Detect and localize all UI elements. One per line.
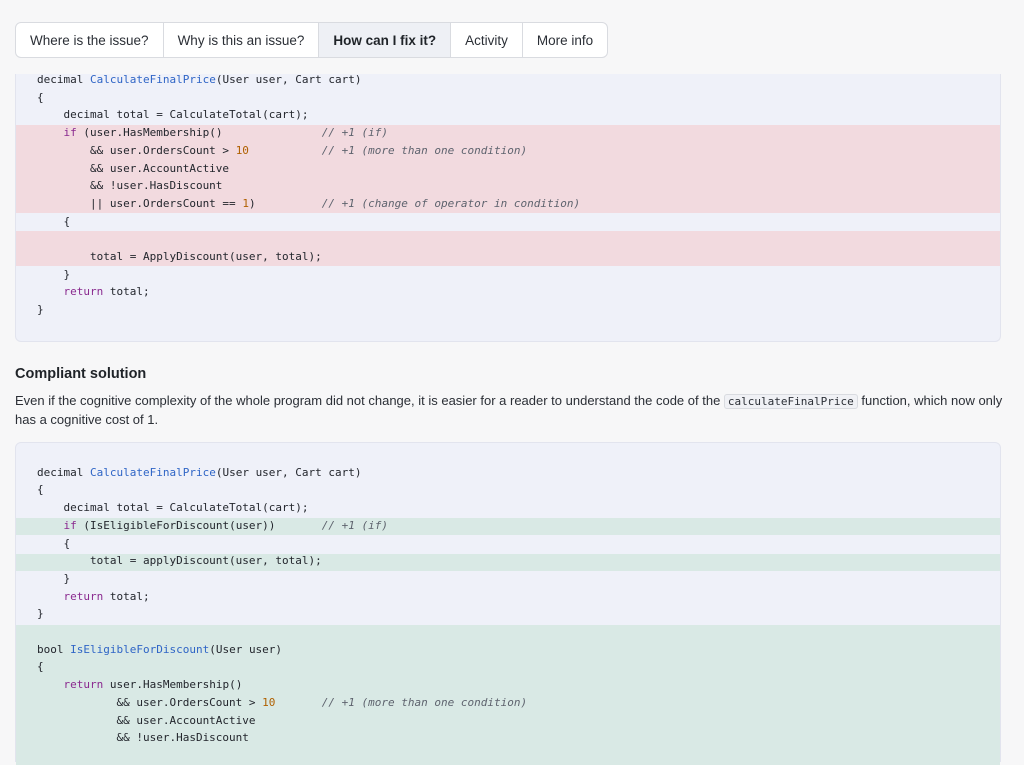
code-line: && user.OrdersCount > 10 // +1 (more tha… (37, 695, 528, 709)
code-line: && user.AccountActive (37, 161, 230, 175)
tab-activity[interactable]: Activity (451, 23, 523, 57)
code-line: { (37, 660, 44, 674)
tab-why-is-this-an-issue[interactable]: Why is this an issue? (164, 23, 320, 57)
tab-how-can-i-fix-it[interactable]: How can I fix it? (319, 23, 452, 57)
tab-where-is-the-issue[interactable]: Where is the issue? (16, 23, 164, 57)
compliant-solution-heading: Compliant solution (15, 366, 147, 382)
code-line: if (IsEligibleForDiscount(user)) // +1 (… (63, 518, 389, 532)
code-line: && !user.HasDiscount (37, 731, 249, 745)
code-line: decimal CalculateFinalPrice(User user, C… (37, 465, 362, 479)
code-line: total = applyDiscount(user, total); (37, 554, 322, 568)
code-line: { (37, 483, 44, 497)
noncompliant-code-block: decimal CalculateFinalPrice(User user, C… (15, 73, 1001, 342)
code-line: total = ApplyDiscount(user, total); (37, 250, 322, 263)
code-line: return user.HasMembership() (63, 678, 243, 692)
inline-code: calculateFinalPrice (723, 394, 858, 409)
tab-bar: Where is the issue? Why is this an issue… (15, 22, 609, 58)
compliant-solution-text: Even if the cognitive complexity of the … (15, 392, 1005, 429)
code-line: } (37, 571, 71, 585)
code-line: || user.OrdersCount == 1) // +1 (change … (37, 196, 581, 210)
code-line: } (37, 267, 71, 281)
code-line: return total; (63, 589, 150, 603)
tab-more-info[interactable]: More info (523, 23, 607, 57)
compliant-code-block: decimal CalculateFinalPrice(User user, C… (15, 442, 1001, 765)
code-line: && user.AccountActive (37, 713, 256, 727)
code-line: } (37, 303, 44, 317)
code-line: } (37, 607, 44, 621)
code-line: { (37, 214, 71, 228)
code-line: bool IsEligibleForDiscount(User user) (37, 642, 283, 656)
paragraph-text-before: Even if the cognitive complexity of the … (15, 393, 724, 408)
code-line: decimal total = CalculateTotal(cart); (37, 108, 309, 122)
code-line: { (37, 536, 71, 550)
code-line: { (37, 90, 44, 104)
code-line: decimal total = CalculateTotal(cart); (37, 501, 309, 515)
code-line: decimal CalculateFinalPrice(User user, C… (37, 73, 362, 86)
code-line: && !user.HasDiscount (37, 179, 223, 193)
code-line: && user.OrdersCount > 10 // +1 (more tha… (37, 143, 528, 157)
code-line: return total; (63, 285, 150, 299)
code-line: if (user.HasMembership() // +1 (if) (63, 126, 389, 140)
